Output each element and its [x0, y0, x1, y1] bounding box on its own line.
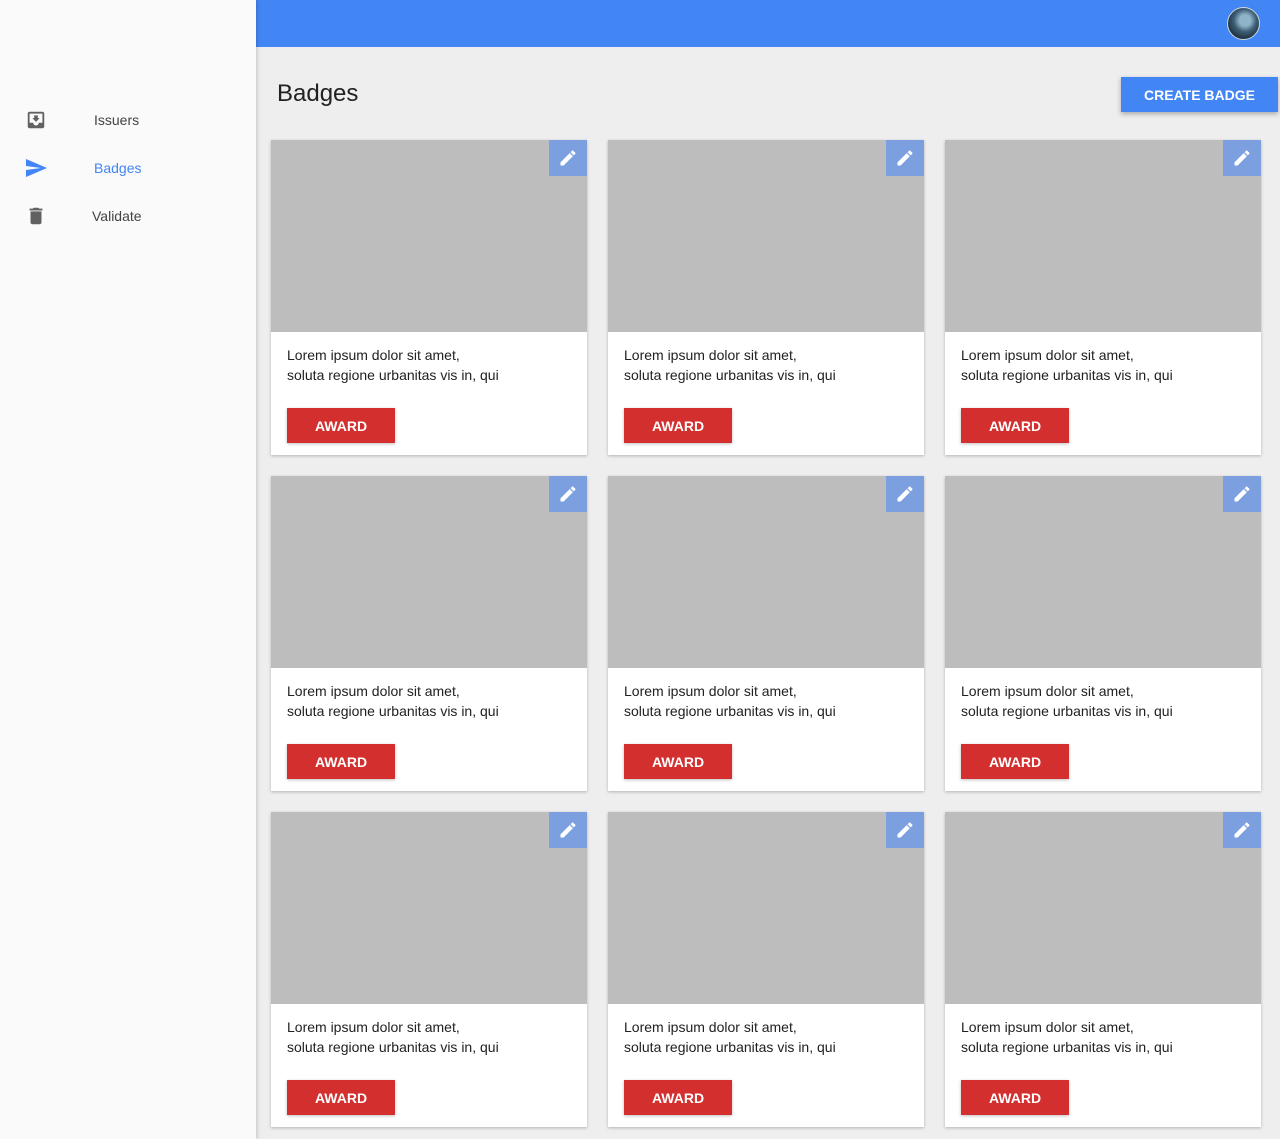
badge-description: Lorem ipsum dolor sit amet, soluta regio… [961, 1017, 1173, 1057]
description-line: Lorem ipsum dolor sit amet, [287, 347, 460, 363]
description-line: Lorem ipsum dolor sit amet, [624, 347, 797, 363]
description-line: soluta regione urbanitas vis in, qui [624, 703, 836, 719]
badge-image-placeholder [945, 812, 1261, 1004]
badge-image-placeholder [271, 812, 587, 1004]
edit-badge-button[interactable] [886, 140, 924, 176]
award-button[interactable]: AWARD [961, 744, 1069, 779]
badge-card: Lorem ipsum dolor sit amet, soluta regio… [608, 140, 924, 455]
badge-card: Lorem ipsum dolor sit amet, soluta regio… [945, 476, 1261, 791]
create-badge-button[interactable]: CREATE BADGE [1121, 77, 1278, 112]
description-line: soluta regione urbanitas vis in, qui [287, 703, 499, 719]
description-line: soluta regione urbanitas vis in, qui [961, 1039, 1173, 1055]
badge-image-placeholder [271, 476, 587, 668]
pencil-icon [560, 150, 576, 166]
send-icon [24, 156, 48, 180]
badge-description: Lorem ipsum dolor sit amet, soluta regio… [961, 681, 1173, 721]
avatar[interactable] [1227, 7, 1260, 40]
edit-badge-button[interactable] [1223, 140, 1261, 176]
badge-description: Lorem ipsum dolor sit amet, soluta regio… [287, 681, 499, 721]
edit-badge-button[interactable] [1223, 812, 1261, 848]
description-line: soluta regione urbanitas vis in, qui [961, 367, 1173, 383]
edit-badge-button[interactable] [886, 476, 924, 512]
edit-badge-button[interactable] [549, 812, 587, 848]
pencil-icon [560, 486, 576, 502]
badge-card: Lorem ipsum dolor sit amet, soluta regio… [608, 812, 924, 1127]
sidebar-nav: Issuers Badges Validate [0, 96, 256, 240]
sidebar-item-label: Validate [92, 208, 142, 224]
description-line: soluta regione urbanitas vis in, qui [624, 1039, 836, 1055]
pencil-icon [560, 822, 576, 838]
award-button[interactable]: AWARD [287, 408, 395, 443]
award-button[interactable]: AWARD [287, 1080, 395, 1115]
badge-description: Lorem ipsum dolor sit amet, soluta regio… [624, 345, 836, 385]
sidebar: Issuers Badges Validate [0, 0, 256, 1139]
inbox-download-icon [24, 108, 48, 132]
sidebar-item-issuers[interactable]: Issuers [0, 96, 256, 144]
badge-image-placeholder [608, 812, 924, 1004]
pencil-icon [897, 150, 913, 166]
description-line: soluta regione urbanitas vis in, qui [961, 703, 1173, 719]
badge-card: Lorem ipsum dolor sit amet, soluta regio… [271, 476, 587, 791]
badge-description: Lorem ipsum dolor sit amet, soluta regio… [287, 345, 499, 385]
pencil-icon [1234, 486, 1250, 502]
edit-badge-button[interactable] [549, 140, 587, 176]
badge-card: Lorem ipsum dolor sit amet, soluta regio… [271, 812, 587, 1127]
sidebar-item-validate[interactable]: Validate [0, 192, 256, 240]
award-button[interactable]: AWARD [287, 744, 395, 779]
top-app-bar [256, 0, 1280, 47]
award-button[interactable]: AWARD [624, 408, 732, 443]
trash-icon [24, 204, 48, 228]
edit-badge-button[interactable] [1223, 476, 1261, 512]
description-line: Lorem ipsum dolor sit amet, [624, 1019, 797, 1035]
badge-description: Lorem ipsum dolor sit amet, soluta regio… [287, 1017, 499, 1057]
badge-card: Lorem ipsum dolor sit amet, soluta regio… [945, 140, 1261, 455]
edit-badge-button[interactable] [549, 476, 587, 512]
badge-image-placeholder [608, 476, 924, 668]
badge-description: Lorem ipsum dolor sit amet, soluta regio… [624, 681, 836, 721]
sidebar-item-label: Badges [94, 160, 142, 176]
pencil-icon [897, 486, 913, 502]
description-line: Lorem ipsum dolor sit amet, [961, 683, 1134, 699]
description-line: soluta regione urbanitas vis in, qui [624, 367, 836, 383]
description-line: Lorem ipsum dolor sit amet, [287, 683, 460, 699]
badge-description: Lorem ipsum dolor sit amet, soluta regio… [961, 345, 1173, 385]
description-line: soluta regione urbanitas vis in, qui [287, 1039, 499, 1055]
badge-image-placeholder [608, 140, 924, 332]
pencil-icon [1234, 150, 1250, 166]
edit-badge-button[interactable] [886, 812, 924, 848]
badge-card: Lorem ipsum dolor sit amet, soluta regio… [271, 140, 587, 455]
award-button[interactable]: AWARD [624, 744, 732, 779]
pencil-icon [897, 822, 913, 838]
badge-card: Lorem ipsum dolor sit amet, soluta regio… [608, 476, 924, 791]
badge-image-placeholder [945, 140, 1261, 332]
sidebar-item-badges[interactable]: Badges [0, 144, 256, 192]
description-line: soluta regione urbanitas vis in, qui [287, 367, 499, 383]
sidebar-item-label: Issuers [94, 112, 140, 128]
badge-image-placeholder [271, 140, 587, 332]
badge-card: Lorem ipsum dolor sit amet, soluta regio… [945, 812, 1261, 1127]
award-button[interactable]: AWARD [961, 408, 1069, 443]
description-line: Lorem ipsum dolor sit amet, [287, 1019, 460, 1035]
badge-image-placeholder [945, 476, 1261, 668]
description-line: Lorem ipsum dolor sit amet, [961, 347, 1134, 363]
badge-description: Lorem ipsum dolor sit amet, soluta regio… [624, 1017, 836, 1057]
description-line: Lorem ipsum dolor sit amet, [961, 1019, 1134, 1035]
page-title: Badges [277, 80, 359, 107]
award-button[interactable]: AWARD [961, 1080, 1069, 1115]
pencil-icon [1234, 822, 1250, 838]
description-line: Lorem ipsum dolor sit amet, [624, 683, 797, 699]
award-button[interactable]: AWARD [624, 1080, 732, 1115]
